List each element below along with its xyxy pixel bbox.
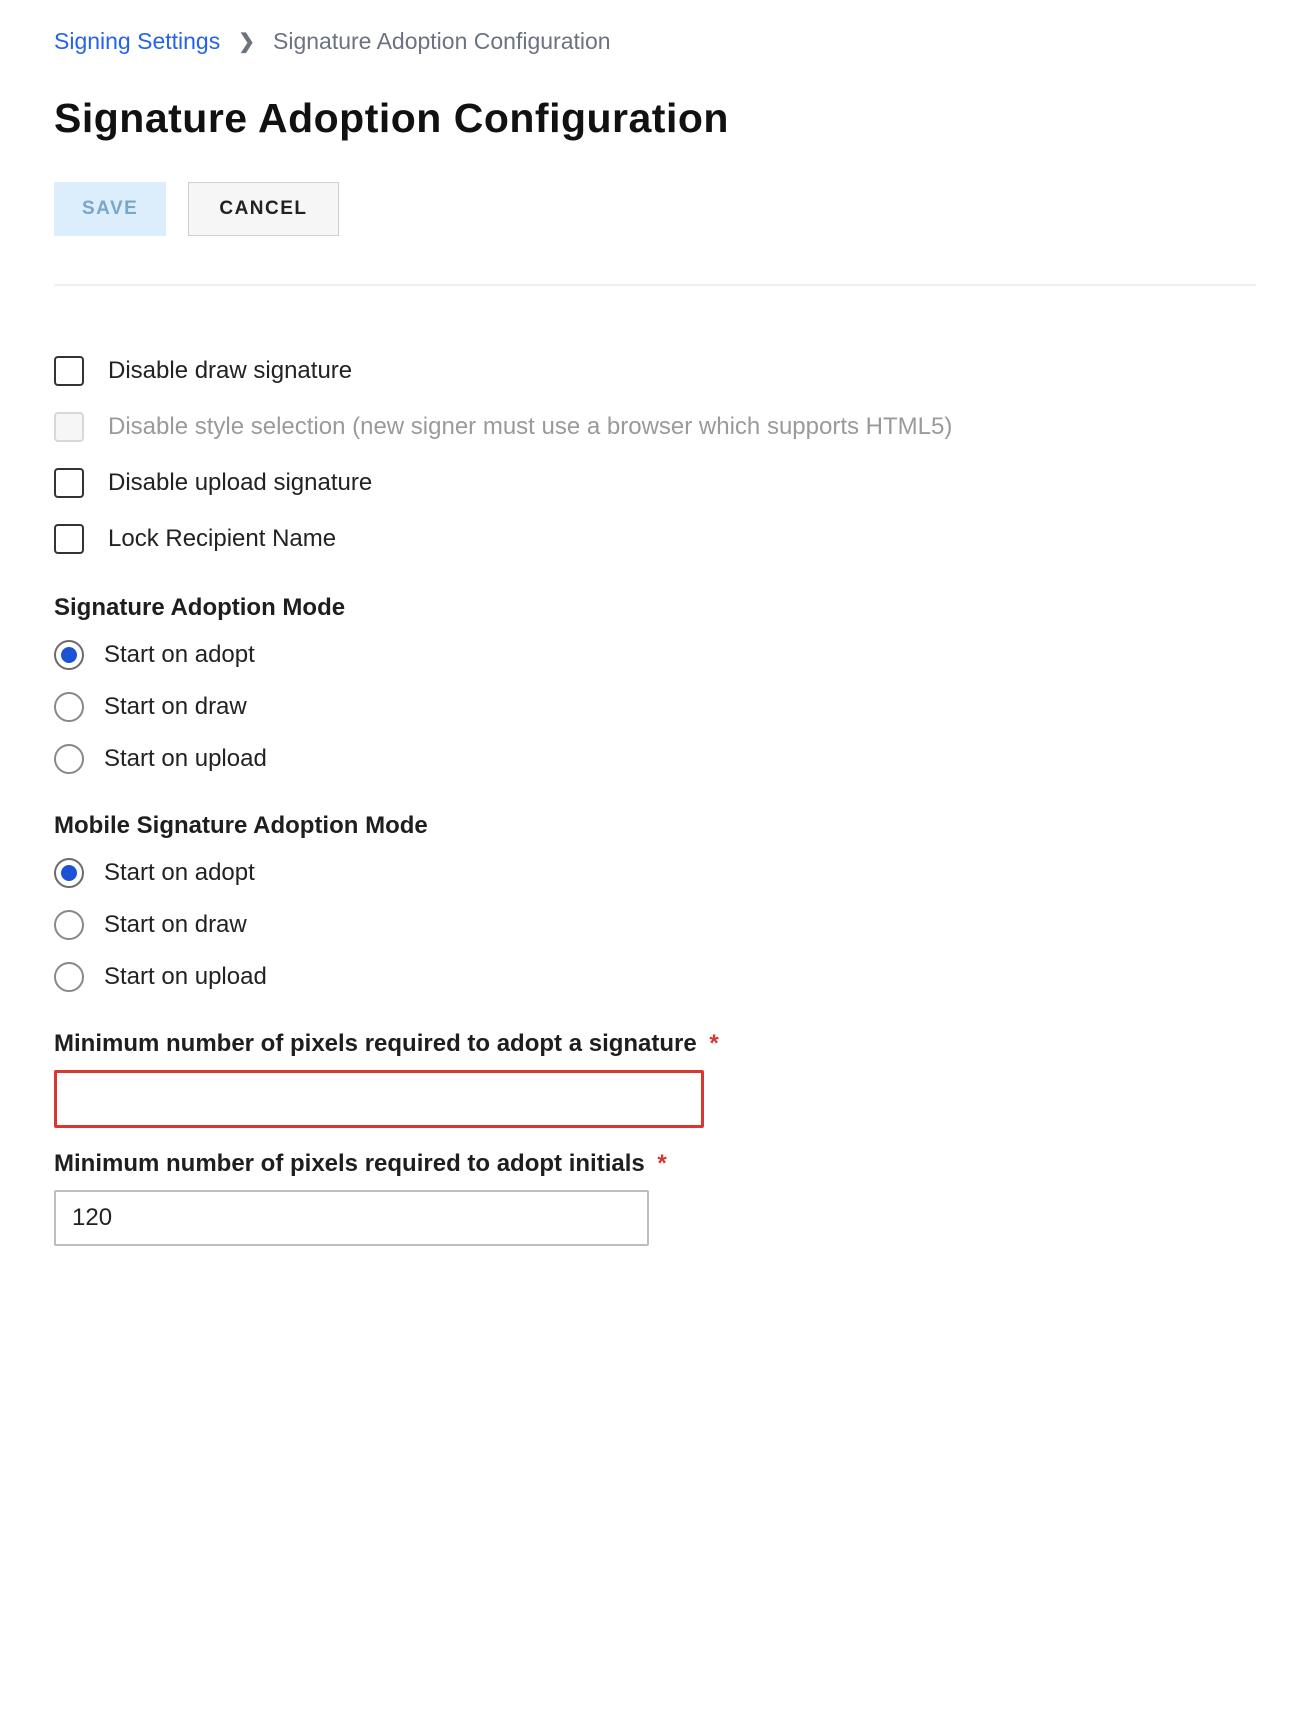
radio-mob-adopt[interactable] [54, 858, 84, 888]
breadcrumb-current: Signature Adoption Configuration [273, 28, 611, 55]
label-min-pixels-initials: Minimum number of pixels required to ado… [54, 1150, 1256, 1178]
input-min-pixels-signature[interactable] [54, 1070, 704, 1128]
radio-group-signature-mode: Start on adopt Start on draw Start on up… [54, 640, 1256, 774]
radio-row-sig-draw: Start on draw [54, 692, 1256, 722]
section-divider [54, 284, 1256, 286]
radio-mob-draw[interactable] [54, 910, 84, 940]
cancel-button[interactable]: CANCEL [188, 182, 338, 236]
checkbox-row-disable-style: Disable style selection (new signer must… [54, 412, 1256, 442]
heading-mobile-mode: Mobile Signature Adoption Mode [54, 812, 1256, 840]
checkbox-row-disable-draw: Disable draw signature [54, 356, 1256, 386]
action-button-row: SAVE CANCEL [54, 182, 1256, 236]
radio-sig-adopt[interactable] [54, 640, 84, 670]
label-text-min-pixels-signature: Minimum number of pixels required to ado… [54, 1030, 697, 1057]
required-marker: * [709, 1030, 718, 1057]
save-button[interactable]: SAVE [54, 182, 166, 236]
radio-label-sig-draw: Start on draw [104, 693, 247, 721]
radio-label-mob-upload: Start on upload [104, 963, 267, 991]
checkbox-row-lock-recipient: Lock Recipient Name [54, 524, 1256, 554]
checkbox-row-disable-upload: Disable upload signature [54, 468, 1256, 498]
radio-sig-upload[interactable] [54, 744, 84, 774]
required-marker: * [657, 1150, 666, 1177]
label-min-pixels-signature: Minimum number of pixels required to ado… [54, 1030, 1256, 1058]
checkbox-label-disable-upload: Disable upload signature [108, 469, 372, 497]
radio-label-sig-adopt: Start on adopt [104, 641, 255, 669]
checkbox-disable-upload[interactable] [54, 468, 84, 498]
checkbox-label-disable-draw: Disable draw signature [108, 357, 352, 385]
checkbox-lock-recipient[interactable] [54, 524, 84, 554]
radio-label-mob-adopt: Start on adopt [104, 859, 255, 887]
radio-label-sig-upload: Start on upload [104, 745, 267, 773]
radio-group-mobile-mode: Start on adopt Start on draw Start on up… [54, 858, 1256, 992]
radio-row-mob-adopt: Start on adopt [54, 858, 1256, 888]
radio-label-mob-draw: Start on draw [104, 911, 247, 939]
chevron-right-icon: ❯ [238, 29, 255, 54]
checkbox-disable-draw[interactable] [54, 356, 84, 386]
radio-sig-draw[interactable] [54, 692, 84, 722]
breadcrumb: Signing Settings ❯ Signature Adoption Co… [54, 28, 1256, 55]
checkbox-disable-style [54, 412, 84, 442]
heading-signature-mode: Signature Adoption Mode [54, 594, 1256, 622]
radio-row-mob-upload: Start on upload [54, 962, 1256, 992]
checkbox-label-disable-style: Disable style selection (new signer must… [108, 413, 952, 441]
checkbox-group: Disable draw signature Disable style sel… [54, 356, 1256, 554]
radio-row-sig-adopt: Start on adopt [54, 640, 1256, 670]
breadcrumb-parent-link[interactable]: Signing Settings [54, 28, 220, 55]
radio-row-mob-draw: Start on draw [54, 910, 1256, 940]
radio-row-sig-upload: Start on upload [54, 744, 1256, 774]
radio-mob-upload[interactable] [54, 962, 84, 992]
input-min-pixels-initials[interactable] [54, 1190, 649, 1246]
page-container: Signing Settings ❯ Signature Adoption Co… [0, 0, 1310, 1732]
page-title: Signature Adoption Configuration [54, 95, 1256, 142]
label-text-min-pixels-initials: Minimum number of pixels required to ado… [54, 1150, 645, 1177]
checkbox-label-lock-recipient: Lock Recipient Name [108, 525, 336, 553]
